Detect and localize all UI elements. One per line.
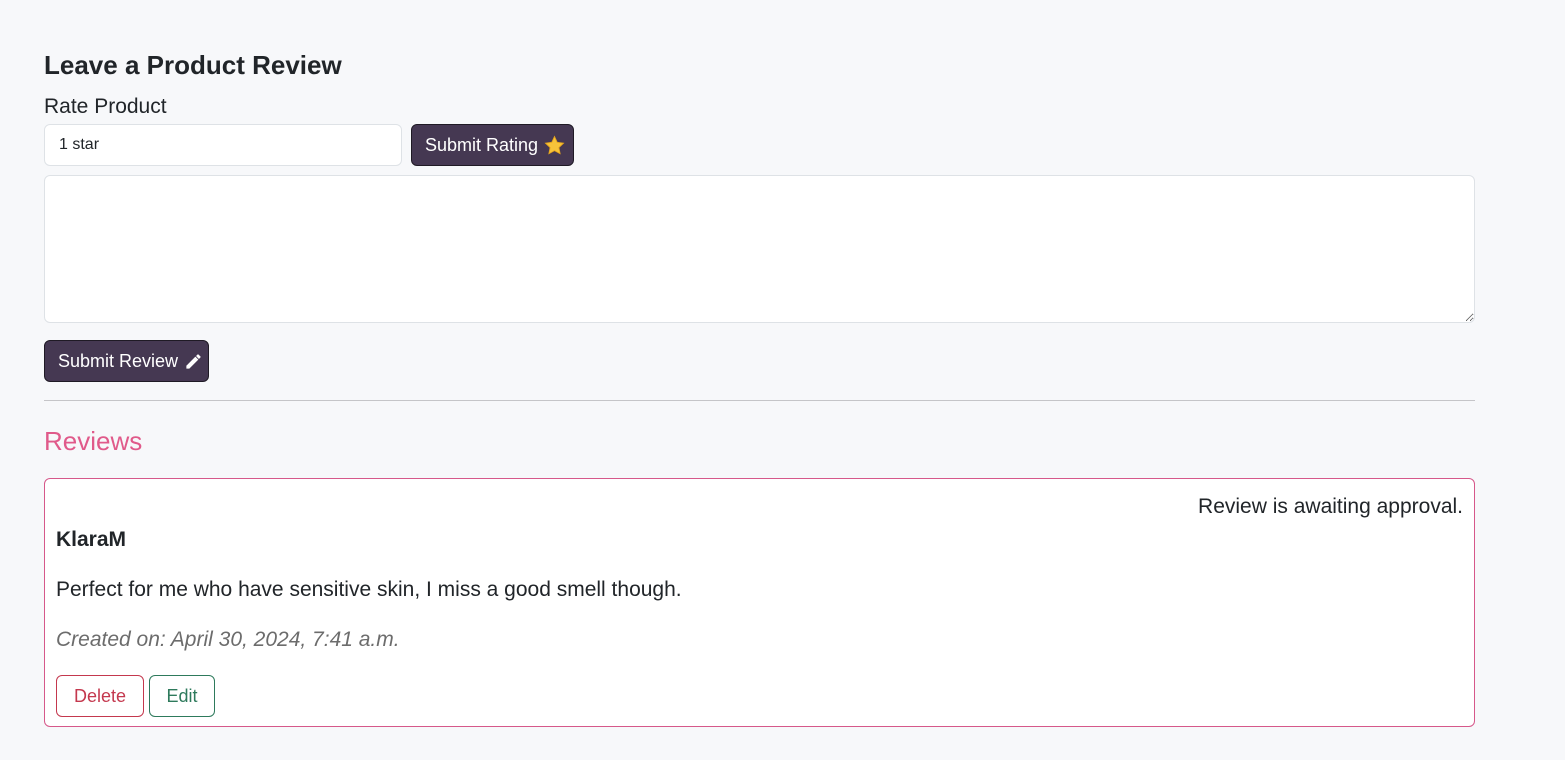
review-author: KlaraM — [56, 528, 127, 551]
review-body: Perfect for me who have sensitive skin, … — [56, 578, 682, 601]
edit-review-button[interactable]: Edit — [149, 675, 215, 717]
reviews-heading: Reviews — [44, 426, 143, 456]
submit-review-label: Submit Review — [58, 350, 179, 371]
star-icon — [544, 135, 565, 156]
rate-product-label: Rate Product — [44, 95, 167, 118]
review-textarea[interactable] — [44, 175, 1475, 323]
submit-review-button[interactable]: Submit Review — [44, 340, 209, 382]
delete-review-button[interactable]: Delete — [56, 675, 144, 717]
rating-select-value: 1 star — [59, 136, 100, 153]
submit-rating-label: Submit Rating — [425, 134, 539, 155]
section-divider — [44, 400, 1475, 401]
review-card: Review is awaiting approval. KlaraM Perf… — [44, 478, 1475, 727]
review-date: Created on: April 30, 2024, 7:41 a.m. — [56, 628, 400, 651]
submit-rating-button[interactable]: Submit Rating — [411, 124, 574, 166]
review-status: Review is awaiting approval. — [1198, 495, 1463, 518]
page-title: Leave a Product Review — [44, 50, 342, 80]
rating-select[interactable]: 1 star — [44, 124, 402, 166]
pencil-icon — [184, 352, 203, 371]
